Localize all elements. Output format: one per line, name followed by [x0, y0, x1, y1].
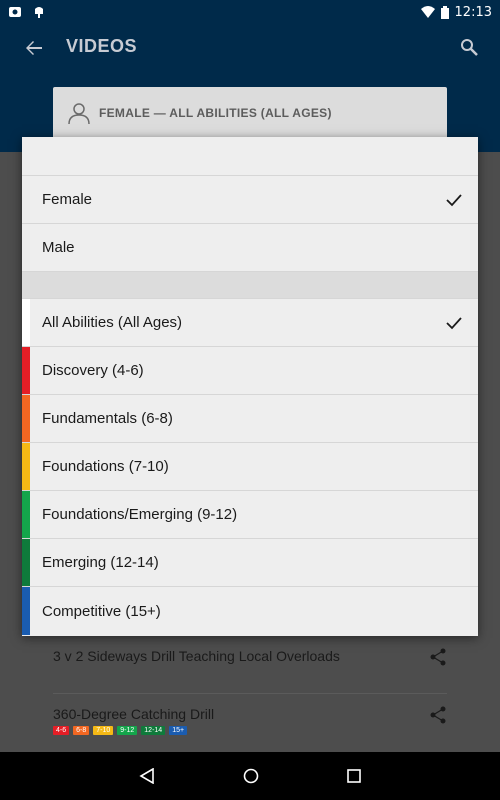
option-label: Discovery (4-6)	[42, 362, 144, 379]
level-option-competitive[interactable]: Competitive (15+)	[22, 587, 478, 635]
option-label: Competitive (15+)	[42, 602, 161, 620]
option-label: Foundations (7-10)	[42, 458, 169, 475]
status-time: 12:13	[454, 4, 492, 20]
dialog-header	[22, 137, 478, 176]
share-icon[interactable]	[429, 648, 447, 666]
android-icon	[35, 7, 43, 18]
arrow-left-icon[interactable]	[24, 38, 44, 58]
wifi-icon	[420, 6, 435, 18]
level-option-foundations-emerging[interactable]: Foundations/Emerging (9-12)	[22, 491, 478, 539]
battery-icon	[440, 5, 449, 19]
person-icon	[68, 103, 90, 125]
age-tag: 9-12	[117, 726, 138, 735]
nav-home-icon[interactable]	[243, 768, 259, 784]
system-nav-bar	[0, 752, 500, 800]
level-color-stripe	[22, 299, 30, 346]
status-bar: 12:13	[0, 0, 500, 24]
age-tag: 15+	[169, 726, 188, 735]
age-tag: 7-10	[93, 726, 114, 735]
level-option-emerging[interactable]: Emerging (12-14)	[22, 539, 478, 587]
level-color-stripe	[22, 539, 30, 586]
option-label: Fundamentals (6-8)	[42, 410, 173, 427]
check-icon	[446, 317, 462, 330]
level-option-foundations[interactable]: Foundations (7-10)	[22, 443, 478, 491]
age-tag: 12-14	[141, 726, 166, 735]
video-title: 360-Degree Catching Drill	[53, 706, 215, 722]
filter-label: FEMALE — ALL ABILITIES (ALL AGES)	[99, 106, 332, 120]
share-icon[interactable]	[429, 706, 447, 724]
level-color-stripe	[22, 443, 30, 490]
filter-dialog: Female Male All Abilities (All Ages) Dis…	[22, 137, 478, 636]
tag-row: 4-6 6-8 7-10 9-12 12-14 15+	[53, 726, 188, 735]
age-tag: 4-6	[53, 726, 70, 735]
video-list: 3 v 2 Sideways Drill Teaching Local Over…	[0, 636, 500, 752]
level-color-stripe	[22, 395, 30, 442]
level-option-fundamentals[interactable]: Fundamentals (6-8)	[22, 395, 478, 443]
level-color-stripe	[22, 587, 30, 635]
level-option-all[interactable]: All Abilities (All Ages)	[22, 299, 478, 347]
option-label: Female	[42, 191, 93, 208]
level-option-discovery[interactable]: Discovery (4-6)	[22, 347, 478, 395]
option-label: All Abilities (All Ages)	[42, 314, 183, 331]
video-title: 3 v 2 Sideways Drill Teaching Local Over…	[53, 648, 340, 664]
section-divider	[22, 272, 478, 299]
age-tag: 6-8	[73, 726, 90, 735]
notification-icon	[9, 7, 21, 17]
option-label: Male	[42, 239, 75, 256]
list-item[interactable]: 360-Degree Catching Drill 4-6 6-8 7-10 9…	[53, 694, 447, 752]
gender-option-male[interactable]: Male	[22, 224, 478, 272]
search-icon[interactable]	[460, 38, 478, 56]
level-color-stripe	[22, 347, 30, 394]
check-icon	[446, 194, 462, 207]
nav-recents-icon[interactable]	[347, 769, 361, 783]
option-label: Foundations/Emerging (9-12)	[42, 506, 238, 523]
nav-back-icon[interactable]	[139, 768, 155, 784]
level-color-stripe	[22, 491, 30, 538]
list-item[interactable]: 3 v 2 Sideways Drill Teaching Local Over…	[53, 636, 447, 694]
gender-option-female[interactable]: Female	[22, 176, 478, 224]
filter-selector[interactable]: FEMALE — ALL ABILITIES (ALL AGES)	[53, 87, 447, 139]
option-label: Emerging (12-14)	[42, 554, 159, 571]
page-title: VIDEOS	[66, 36, 138, 56]
